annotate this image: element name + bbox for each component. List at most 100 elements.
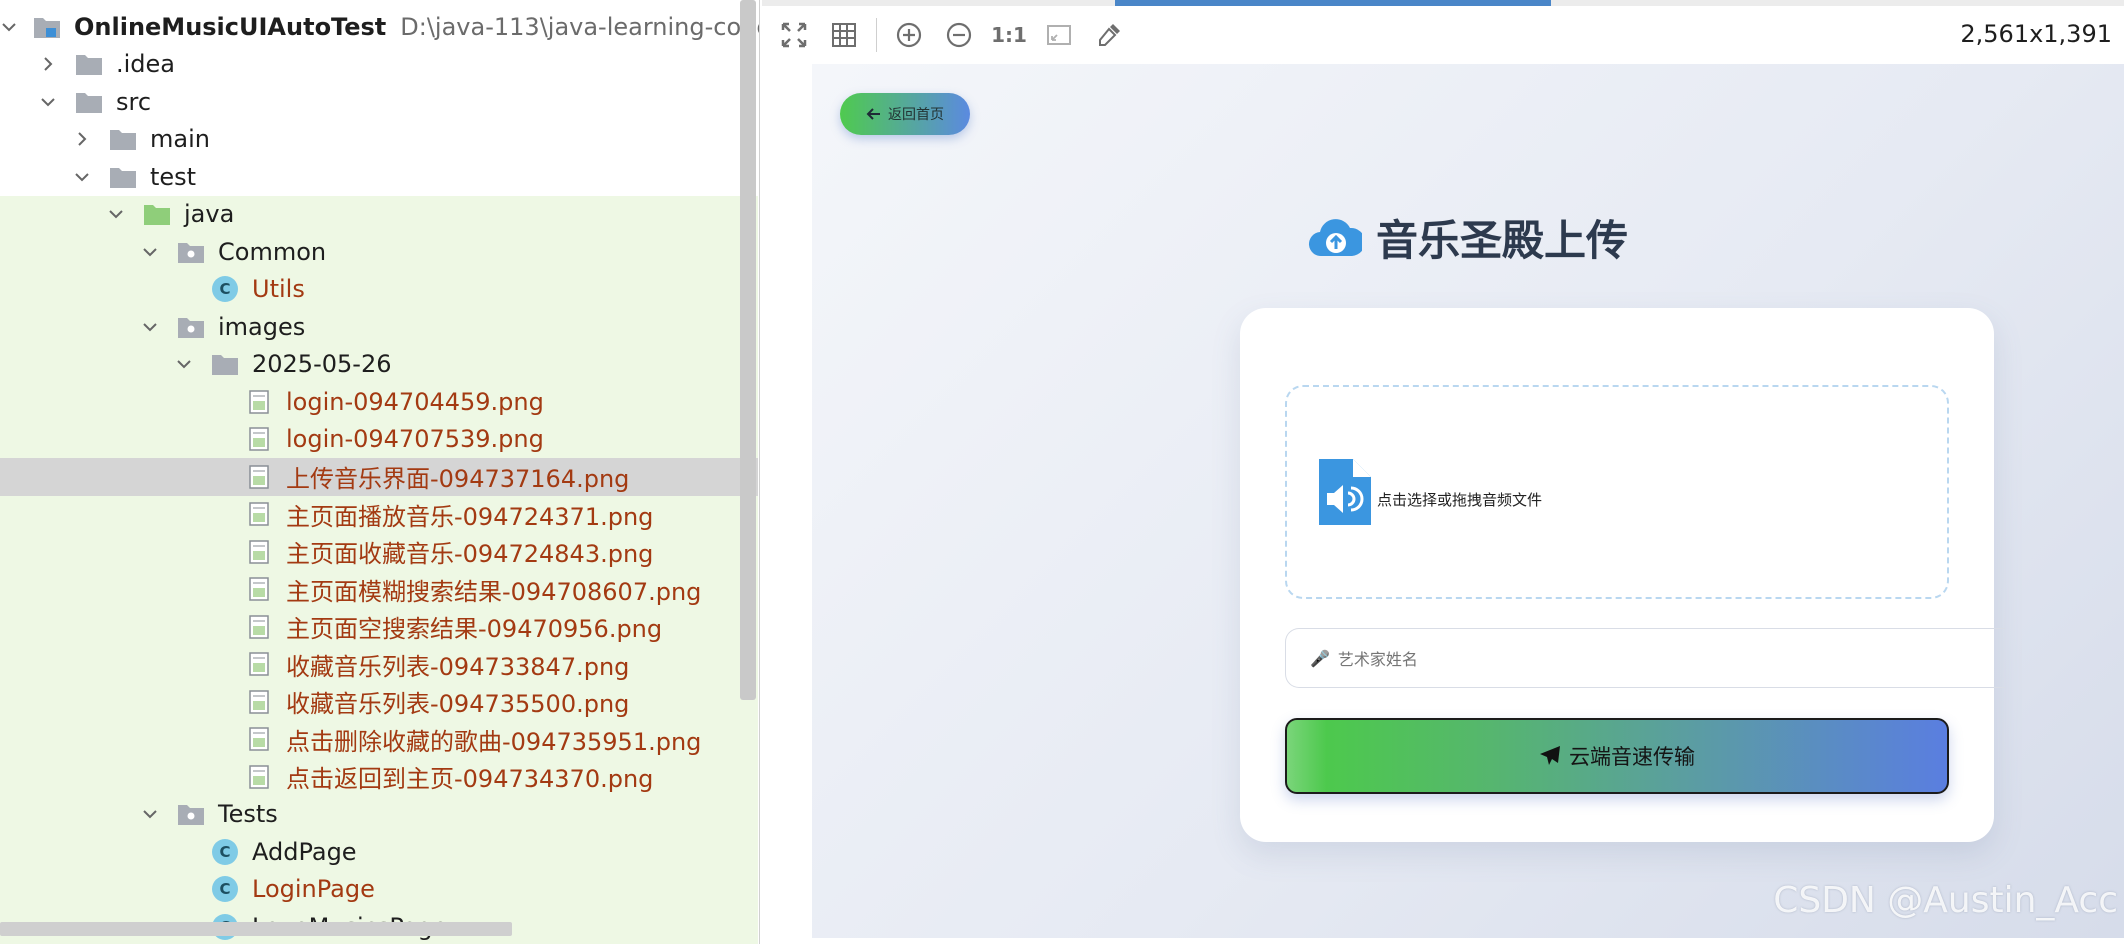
tree-row-image-file[interactable]: login-094707539.png	[0, 420, 758, 458]
viewer-toolbar: 1:1	[762, 6, 2124, 64]
chevron-down-icon[interactable]	[138, 802, 162, 826]
tree-vertical-scrollbar[interactable]	[740, 0, 756, 700]
zoom-out-icon[interactable]	[941, 17, 977, 53]
folder-icon	[108, 126, 138, 152]
zoom-to-fit-icon[interactable]	[776, 17, 812, 53]
tree-row-label: java	[184, 200, 235, 229]
tree-row-label: 主页面模糊搜索结果-094708607.png	[286, 577, 702, 606]
tree-row-project[interactable]: OnlineMusicUIAutoTest D:\java-113\java-l…	[0, 8, 759, 46]
fit-window-icon[interactable]	[1041, 17, 1077, 53]
actual-size-button[interactable]: 1:1	[991, 17, 1027, 53]
image-file-icon	[244, 389, 274, 415]
tree-row-date-folder[interactable]: 2025-05-26	[0, 345, 758, 383]
tree-row-src[interactable]: src	[0, 83, 758, 121]
image-viewer: 1:1 2,561x1,391 返回首页 音乐圣殿上传 点击选择或拖拽音频文件 …	[762, 0, 2124, 944]
tree-row-image-file[interactable]: 主页面空搜索结果-09470956.png	[0, 608, 758, 646]
tree-row-tests[interactable]: Tests	[0, 795, 758, 833]
tree-row-label: .idea	[116, 50, 176, 79]
image-file-icon	[244, 689, 274, 715]
chevron-down-icon[interactable]	[138, 240, 162, 264]
zoom-in-icon[interactable]	[891, 17, 927, 53]
image-file-icon	[244, 539, 274, 565]
audio-dropzone[interactable]: 点击选择或拖拽音频文件	[1285, 385, 1949, 599]
package-icon	[176, 239, 206, 265]
project-tree-panel: OnlineMusicUIAutoTest D:\java-113\java-l…	[0, 0, 760, 944]
tree-row-label: 主页面播放音乐-094724371.png	[286, 502, 654, 531]
page-title: 音乐圣殿上传	[812, 207, 2124, 268]
chevron-down-icon[interactable]	[104, 202, 128, 226]
tree-row-label: 点击返回到主页-094734370.png	[286, 765, 654, 794]
tree-row-label: OnlineMusicUIAutoTest	[74, 12, 387, 41]
tree-row-label: test	[150, 162, 197, 191]
tree-row-image-file[interactable]: login-094704459.png	[0, 383, 758, 421]
image-file-icon	[244, 764, 274, 790]
tree-row-addpage[interactable]: C AddPage	[0, 833, 758, 871]
tree-row-images[interactable]: images	[0, 308, 758, 346]
image-file-icon	[244, 501, 274, 527]
paper-plane-icon	[1540, 746, 1560, 765]
tree-row-image-file[interactable]: 点击返回到主页-094734370.png	[0, 758, 758, 796]
tree-row-label: 主页面收藏音乐-094724843.png	[286, 540, 654, 569]
tree-row-label: 上传音乐界面-094737164.png	[286, 465, 630, 494]
tree-row-idea[interactable]: .idea	[0, 46, 758, 84]
upload-submit-button[interactable]: 云端音速传输	[1285, 718, 1949, 794]
image-file-icon	[244, 464, 274, 490]
tree-row-label: main	[150, 125, 210, 154]
image-file-icon	[244, 426, 274, 452]
tree-horizontal-scrollbar[interactable]	[0, 922, 512, 936]
tree-row-image-file[interactable]: 收藏音乐列表-094733847.png	[0, 645, 758, 683]
chevron-down-icon[interactable]	[36, 90, 60, 114]
tree-row-test[interactable]: test	[0, 158, 758, 196]
folder-icon	[74, 89, 104, 115]
cloud-upload-icon	[1308, 218, 1362, 256]
chevron-down-icon[interactable]	[70, 165, 94, 189]
class-icon: C	[210, 276, 240, 303]
package-icon	[176, 314, 206, 340]
chevron-down-icon[interactable]	[172, 352, 196, 376]
image-file-icon	[244, 576, 274, 602]
artist-name-input[interactable]: 🎤 艺术家姓名	[1285, 628, 2005, 688]
tree-row-main[interactable]: main	[0, 121, 758, 159]
arrow-left-icon	[866, 108, 880, 120]
tree-row-label: 2025-05-26	[252, 350, 392, 379]
tree-row-label: Common	[218, 237, 327, 266]
chevron-down-icon[interactable]	[138, 315, 162, 339]
folder-icon	[108, 164, 138, 190]
chevron-right-icon[interactable]	[70, 127, 94, 151]
folder-icon	[74, 51, 104, 77]
tree-row-image-file[interactable]: 主页面播放音乐-094724371.png	[0, 495, 758, 533]
tree-row-common[interactable]: Common	[0, 233, 758, 271]
tree-row-java[interactable]: java	[0, 195, 758, 233]
folder-icon	[210, 351, 240, 377]
class-icon: C	[210, 838, 240, 865]
tree-row-image-file[interactable]: 点击删除收藏的歌曲-094735951.png	[0, 720, 758, 758]
artist-name-placeholder: 艺术家姓名	[1337, 650, 1418, 669]
tree-row-label: Tests	[218, 800, 278, 829]
chevron-down-icon[interactable]	[0, 15, 18, 39]
tree-row-label: Utils	[252, 275, 305, 304]
grid-icon[interactable]	[826, 17, 862, 53]
toolbar-separator	[876, 18, 877, 52]
page-title-text: 音乐圣殿上传	[1375, 216, 1628, 265]
microphone-icon: 🎤	[1310, 648, 1330, 668]
tree-row-label: AddPage	[252, 837, 357, 866]
tree-row-utils[interactable]: C Utils	[0, 270, 758, 308]
tree-row-image-file[interactable]: 收藏音乐列表-094735500.png	[0, 683, 758, 721]
color-picker-icon[interactable]	[1091, 17, 1127, 53]
dropzone-text: 点击选择或拖拽音频文件	[1377, 490, 1543, 509]
chevron-right-icon[interactable]	[36, 52, 60, 76]
tree-row-label: src	[116, 87, 152, 116]
tree-row-label: 收藏音乐列表-094735500.png	[286, 690, 630, 719]
upload-submit-label: 云端音速传输	[1569, 745, 1695, 769]
back-home-button[interactable]: 返回首页	[840, 93, 970, 135]
tree-row-image-file[interactable]: 主页面收藏音乐-094724843.png	[0, 533, 758, 571]
test-source-folder-icon	[142, 201, 172, 227]
tree-row-label: 收藏音乐列表-094733847.png	[286, 652, 630, 681]
tree-row-image-file[interactable]: 主页面模糊搜索结果-094708607.png	[0, 570, 758, 608]
image-file-icon	[244, 614, 274, 640]
tree-row-label: login-094707539.png	[286, 425, 544, 454]
tree-row-label: login-094704459.png	[286, 387, 544, 416]
tree-row-image-file-selected[interactable]: 上传音乐界面-094737164.png	[0, 458, 758, 496]
image-dimensions: 2,561x1,391	[1960, 20, 2112, 48]
tree-row-loginpage[interactable]: C LoginPage	[0, 870, 758, 908]
